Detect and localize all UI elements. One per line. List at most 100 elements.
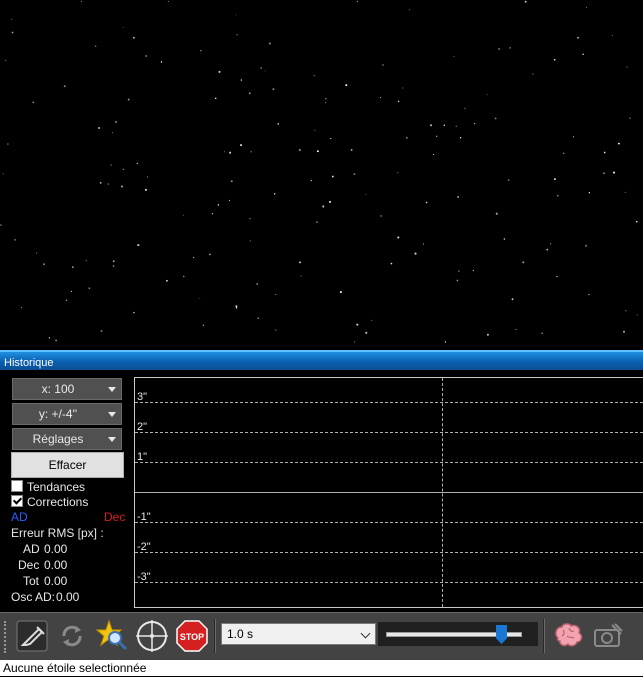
star-point [202, 324, 204, 326]
trends-checkbox[interactable]: Tendances [11, 480, 85, 494]
settings-dropdown[interactable]: Réglages [12, 428, 122, 450]
guide-icon[interactable] [14, 618, 50, 654]
clear-button[interactable]: Effacer [11, 452, 124, 478]
star-point [503, 238, 506, 240]
star-point [379, 97, 381, 99]
crosshair-icon[interactable] [134, 618, 170, 654]
star-point [453, 55, 455, 58]
star-point [115, 121, 117, 123]
star-point [550, 243, 552, 245]
star-point [322, 205, 325, 208]
star-point [472, 269, 475, 272]
star-field-image [0, 0, 638, 343]
star-point [629, 117, 631, 119]
settings-label: Réglages [32, 432, 84, 446]
star-point [249, 217, 251, 220]
star-point [458, 270, 460, 272]
star-point [122, 168, 124, 170]
star-point [224, 151, 226, 153]
star-point [356, 323, 359, 326]
star-point [457, 196, 459, 198]
y-scale-dropdown[interactable]: y: +/-4'' [12, 403, 122, 425]
star-point [507, 179, 510, 182]
star-point [456, 279, 459, 282]
star-point [218, 70, 221, 73]
star-point [112, 265, 115, 267]
trends-checkbox-box[interactable] [11, 480, 23, 492]
exposure-duration-value: 1.0 s [227, 627, 254, 641]
star-point [111, 132, 113, 134]
star-point [612, 171, 616, 174]
corrections-checkbox-box[interactable] [11, 495, 23, 507]
star-point [122, 27, 124, 28]
star-point [626, 66, 628, 68]
guiding-history-graph[interactable]: 3" 2" 1" -1" -2" -3" [134, 377, 643, 608]
star-point [32, 101, 35, 104]
camera-image-view[interactable] [0, 0, 643, 350]
star-point [371, 319, 373, 321]
auto-select-star-icon[interactable] [94, 618, 130, 654]
brain-icon[interactable] [550, 618, 586, 654]
star-point [473, 122, 476, 125]
star-point [11, 18, 13, 20]
corrections-checkbox[interactable]: Corrections [11, 495, 88, 509]
star-point [486, 333, 489, 336]
x-scale-dropdown[interactable]: x: 100 [12, 378, 122, 400]
star-point [397, 172, 399, 174]
y-label-3: 3" [137, 391, 148, 403]
star-point [43, 263, 46, 266]
star-point [55, 339, 57, 342]
exposure-duration-select[interactable]: 1.0 s [221, 623, 376, 645]
star-point [365, 193, 367, 195]
star-point [365, 331, 368, 334]
star-point [65, 299, 68, 301]
star-point [405, 136, 408, 139]
star-point [515, 328, 517, 330]
star-point [464, 107, 466, 109]
star-point [211, 213, 214, 215]
star-point [532, 73, 534, 75]
star-point [511, 298, 514, 301]
y-label-2: 2" [137, 421, 148, 433]
slider-thumb[interactable] [496, 625, 507, 644]
loop-icon[interactable] [54, 618, 90, 654]
star-point [11, 31, 14, 34]
gridline [135, 582, 643, 583]
star-point [133, 311, 135, 314]
star-point [577, 36, 579, 39]
toolbar-grip[interactable] [4, 621, 8, 653]
star-point [240, 79, 243, 81]
status-text: Aucune étoile selectionnée [3, 661, 147, 675]
star-point [72, 266, 74, 268]
star-point [14, 239, 16, 241]
star-point [209, 253, 211, 256]
star-point [167, 1, 169, 2]
star-point [624, 191, 626, 193]
star-point [147, 176, 149, 178]
star-point [36, 252, 38, 254]
star-point [408, 9, 410, 11]
star-point [136, 162, 138, 164]
star-point [298, 148, 301, 151]
star-point [541, 332, 543, 334]
stop-icon[interactable]: STOP [174, 618, 210, 654]
star-point [433, 153, 435, 156]
star-point [350, 148, 353, 151]
star-point [397, 236, 400, 239]
zero-line [135, 492, 643, 493]
osc-ra-value: 0.00 [56, 590, 80, 604]
gamma-slider[interactable] [378, 622, 538, 646]
star-point [316, 150, 319, 153]
star-point [250, 151, 252, 153]
gridline [135, 432, 643, 433]
star-point [486, 93, 488, 95]
star-point [617, 142, 620, 145]
trends-label: Tendances [27, 480, 86, 494]
star-point [273, 193, 276, 195]
star-point [556, 194, 559, 197]
history-panel-title: Historique [0, 350, 643, 370]
star-point [435, 135, 438, 138]
star-point [99, 181, 102, 184]
camera-settings-icon[interactable] [590, 618, 626, 654]
star-point [165, 279, 168, 282]
